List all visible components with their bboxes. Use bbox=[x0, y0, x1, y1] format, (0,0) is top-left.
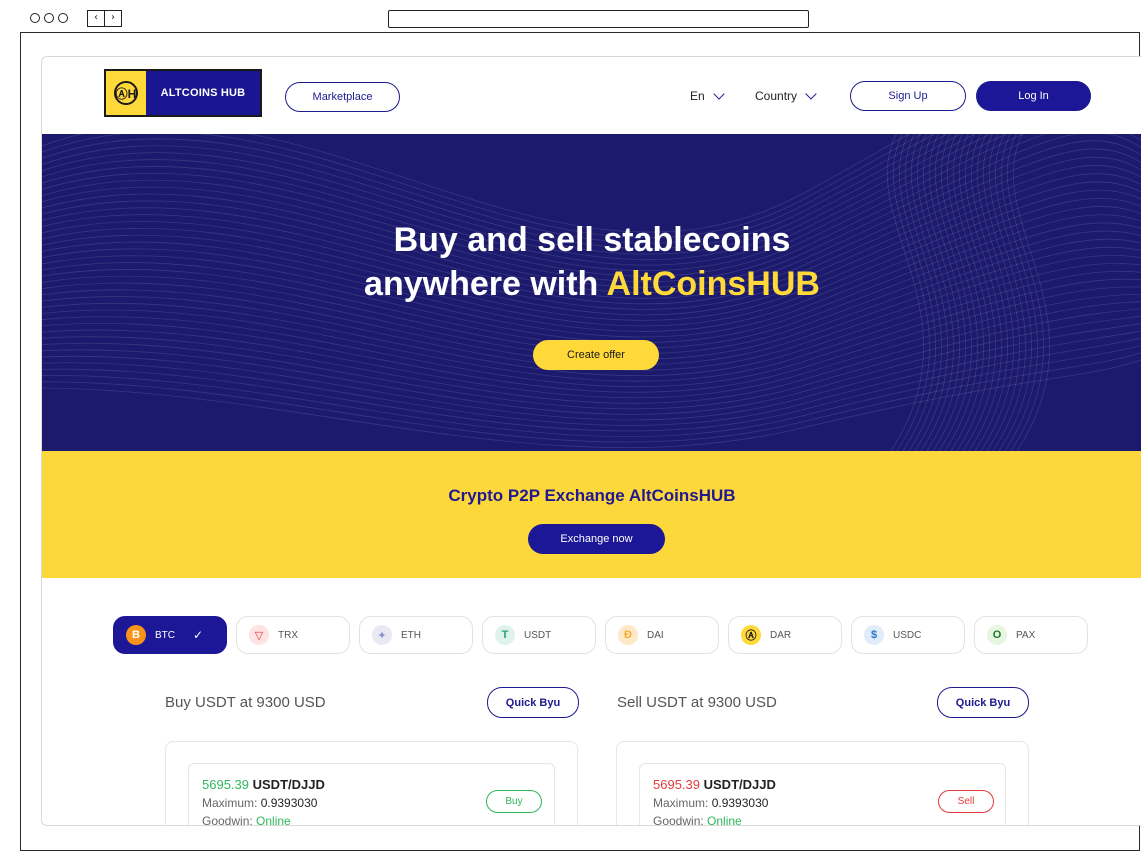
check-icon: ✓ bbox=[193, 628, 204, 642]
coin-tab-label: USDT bbox=[524, 629, 552, 641]
quick-sell-button[interactable]: Quick Byu bbox=[937, 687, 1029, 718]
coin-tab-dai[interactable]: Đ DAI bbox=[605, 616, 719, 654]
country-label: Country bbox=[755, 89, 798, 103]
web-page: ⒶH ALTCOINS HUB Marketplace En Country S… bbox=[41, 56, 1141, 826]
logo-mark-icon: ⒶH bbox=[106, 71, 146, 115]
coin-tab-usdt[interactable]: T USDT bbox=[482, 616, 596, 654]
sell-section-title: Sell USDT at 9300 USD bbox=[617, 694, 777, 711]
exchange-band-title: Crypto P2P Exchange AltCoinsHUB bbox=[448, 486, 736, 505]
tron-icon: ▽ bbox=[249, 625, 269, 645]
bitcoin-icon: B bbox=[126, 625, 146, 645]
chevron-down-icon bbox=[805, 88, 817, 100]
sell-offer-status: Goodwin: Online bbox=[653, 814, 742, 826]
back-icon[interactable]: ‹ bbox=[87, 10, 105, 27]
altcoinshub-icon: Ⓐ bbox=[741, 625, 761, 645]
chevron-down-icon bbox=[713, 88, 725, 100]
marketplace-button[interactable]: Marketplace bbox=[285, 82, 400, 112]
coin-tab-label: DAI bbox=[647, 629, 664, 641]
buy-offer-status: Goodwin: Online bbox=[202, 814, 291, 826]
coin-tab-label: PAX bbox=[1016, 629, 1036, 641]
country-dropdown[interactable]: Country bbox=[755, 88, 817, 103]
close-window-icon[interactable] bbox=[30, 13, 40, 23]
buy-section-title: Buy USDT at 9300 USD bbox=[165, 694, 326, 711]
coin-tab-label: TRX bbox=[278, 629, 298, 641]
log-in-button[interactable]: Log In bbox=[976, 81, 1091, 111]
buy-offer-maximum: Maximum: 0.9393030 bbox=[202, 796, 318, 810]
minimize-window-icon[interactable] bbox=[44, 13, 54, 23]
usdc-icon: $ bbox=[864, 625, 884, 645]
dai-icon: Đ bbox=[618, 625, 638, 645]
coin-tab-usdc[interactable]: $ USDC bbox=[851, 616, 965, 654]
exchange-band: Crypto P2P Exchange AltCoinsHUB Exchange… bbox=[42, 451, 1141, 578]
coin-tab-trx[interactable]: ▽ TRX bbox=[236, 616, 350, 654]
quick-buy-button[interactable]: Quick Byu bbox=[487, 687, 579, 718]
buy-button[interactable]: Buy bbox=[486, 790, 542, 813]
hero-title-line2: anywhere with AltCoinsHUB bbox=[364, 265, 820, 303]
language-dropdown[interactable]: En bbox=[690, 88, 725, 103]
tether-icon: T bbox=[495, 625, 515, 645]
hero-title-line1: Buy and sell stablecoins bbox=[393, 221, 791, 259]
language-label: En bbox=[690, 89, 705, 103]
logo-text: ALTCOINS HUB bbox=[146, 71, 260, 115]
forward-icon[interactable]: › bbox=[105, 10, 122, 27]
coin-tab-eth[interactable]: ✦ ETH bbox=[359, 616, 473, 654]
coin-tab-btc[interactable]: B BTC ✓ bbox=[113, 616, 227, 654]
hero-brand-accent: AltCoinsHUB bbox=[606, 265, 820, 303]
maximize-window-icon[interactable] bbox=[58, 13, 68, 23]
window-controls bbox=[30, 13, 68, 23]
coin-tab-label: ETH bbox=[401, 629, 421, 641]
buy-offer-price: 5695.39 USDT/DJJD bbox=[202, 777, 325, 792]
sign-up-button[interactable]: Sign Up bbox=[850, 81, 966, 111]
sell-offer-maximum: Maximum: 0.9393030 bbox=[653, 796, 769, 810]
coin-tab-pax[interactable]: O PAX bbox=[974, 616, 1088, 654]
exchange-now-button[interactable]: Exchange now bbox=[528, 524, 665, 554]
coin-tab-label: DAR bbox=[770, 629, 792, 641]
hero-banner: Buy and sell stablecoins anywhere with A… bbox=[42, 134, 1141, 451]
coin-tab-label: USDC bbox=[893, 629, 922, 641]
coin-tab-dar[interactable]: Ⓐ DAR bbox=[728, 616, 842, 654]
sell-button[interactable]: Sell bbox=[938, 790, 994, 813]
coin-tab-label: BTC bbox=[155, 629, 175, 641]
sell-offer-price: 5695.39 USDT/DJJD bbox=[653, 777, 776, 792]
history-nav: ‹ › bbox=[87, 10, 122, 27]
address-bar[interactable] bbox=[388, 10, 809, 28]
altcoinshub-logo[interactable]: ⒶH ALTCOINS HUB bbox=[104, 69, 262, 117]
ethereum-icon: ✦ bbox=[372, 625, 392, 645]
create-offer-button[interactable]: Create offer bbox=[533, 340, 659, 370]
pax-icon: O bbox=[987, 625, 1007, 645]
